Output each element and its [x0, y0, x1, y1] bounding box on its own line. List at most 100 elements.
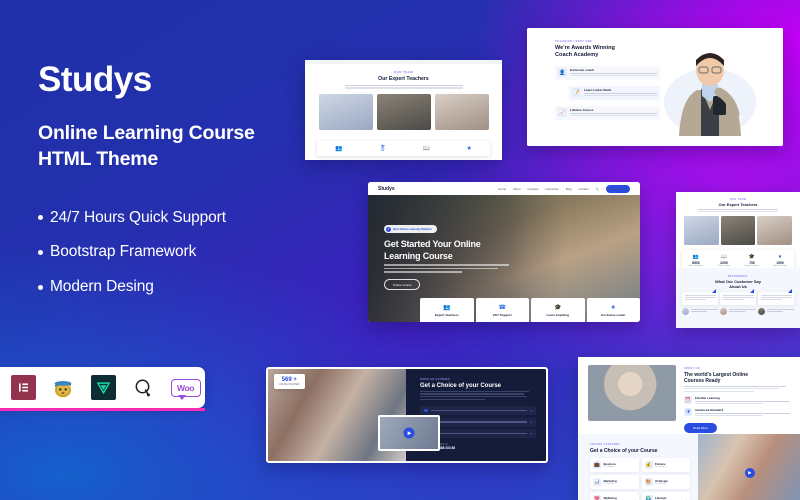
feature-label: Bootstrap Framework	[50, 243, 197, 261]
nav-item-blog[interactable]: Blog	[566, 187, 572, 191]
teacher-photo	[684, 216, 719, 245]
teachers-section: OUR TEAM Our Expert Teachers	[676, 192, 800, 245]
stat-item: 👥 8500 Active Students	[682, 254, 710, 267]
search-icon[interactable]: 🔍	[596, 187, 600, 191]
feature-item: 24/7 Hours Quick Support	[38, 209, 338, 227]
testimonial-card	[720, 289, 756, 305]
testimonial-cards	[676, 289, 800, 305]
screenshot-card-expert-teachers[interactable]: OUR TEAM Our Expert Teachers 👥 🎖 📖 ★	[305, 60, 502, 160]
title-line-2: Courses Ready	[684, 378, 721, 384]
category-card[interactable]: 🎨 UI Design 09 Courses ›	[641, 475, 690, 489]
video-thumbnail[interactable]: ▶	[378, 415, 440, 451]
section-eyebrow: COURSE CATEGORY	[590, 443, 621, 446]
teacher-photo-grid	[305, 93, 502, 130]
category-card[interactable]: 💰 Finance 18 Courses ›	[641, 458, 690, 472]
category-grid: 💼 Business 12 Courses › 💰 Finance 18 Cours…	[590, 458, 690, 500]
category-card[interactable]: 💼 Business 12 Courses ›	[590, 458, 639, 472]
teacher-photo	[434, 93, 489, 130]
chevron-right-icon: ›	[686, 480, 687, 484]
author	[682, 307, 718, 315]
site-navbar: Studys Home About Courses Instructors Bl…	[368, 182, 640, 195]
feature-title: Lifetime Access	[570, 108, 594, 113]
category-card[interactable]: 💖 Wellbeing14 Courses ›	[590, 492, 639, 500]
hero-cta-button[interactable]: Online Course	[384, 279, 421, 291]
play-icon[interactable]: ▶	[744, 468, 755, 479]
section-subtext	[344, 84, 463, 89]
feature-row: 📈 Lifetime Access	[555, 105, 660, 120]
nav-item-contact[interactable]: Contact	[579, 187, 589, 191]
nav-item-home[interactable]: Home	[498, 187, 506, 191]
screenshot-card-teachers-testimonials[interactable]: OUR TEAM Our Expert Teachers 👥 8500 Acti…	[676, 192, 800, 328]
feature-icon-bar: 👥 🎖 📖 ★	[317, 141, 490, 156]
course-category-section: COURSE CATEGORY Get a Choice of your Cou…	[578, 434, 800, 500]
stat-item: ★ 1900 Award Winning	[766, 254, 794, 267]
promo-banner: Studys Online Learning Course HTML Theme…	[0, 0, 800, 500]
learn-icon: 🎓	[554, 305, 562, 311]
accordion-item[interactable]: ▾	[420, 406, 536, 416]
design-icon: 🎨	[644, 478, 653, 486]
hero-feature-label: Exclusive coach	[601, 313, 626, 317]
read-more-button[interactable]: Read More	[684, 422, 717, 433]
feature-row: ⏰ Flexible Learning	[684, 395, 790, 404]
nav-item-courses[interactable]: Courses	[528, 187, 539, 191]
chevron-right-icon: ›	[686, 463, 687, 467]
hero-feature-label: 24/7 Support	[492, 313, 512, 317]
teacher-photo	[720, 216, 756, 245]
site-logo[interactable]: Studys	[378, 186, 395, 192]
course-count-badge: 569 + ONLINE COURSES	[274, 374, 305, 389]
screenshot-card-choice-course[interactable]: 569 + ONLINE COURSES POPULAR COURSES Get…	[266, 367, 548, 463]
nav-item-about[interactable]: About	[513, 187, 521, 191]
screenshot-card-hero-homepage[interactable]: Studys Home About Courses Instructors Bl…	[368, 182, 640, 322]
hero-feature-card[interactable]: 🎓 Learn Anything	[531, 298, 585, 322]
book-icon: 📖	[720, 254, 728, 260]
category-card[interactable]: 📊 Marketing 22 Courses ›	[590, 475, 639, 489]
screenshot-card-awards-winning[interactable]: COACHING / BEST ONE We're Awards Winning…	[527, 28, 783, 146]
support-icon: ☎	[498, 305, 506, 311]
testimonial-section: TESTIMONIAL What Our Customer Say About …	[676, 268, 800, 328]
section-eyebrow: OUR TEAM	[393, 70, 414, 74]
title-line-1: We're Awards Winning	[555, 45, 615, 51]
users-icon: 👥	[692, 254, 700, 260]
bullet-icon	[424, 408, 428, 413]
teacher-photo	[376, 93, 431, 130]
testimonial-card	[758, 289, 794, 305]
mailchimp-icon	[51, 375, 76, 400]
bullet-icon	[38, 249, 43, 255]
stat-label: Award Winning	[773, 264, 787, 267]
play-icon[interactable]: ▶	[403, 427, 415, 439]
section-subtext	[698, 209, 778, 212]
hero-pill-badge: ✓ Best Online Learning Platform	[384, 225, 437, 233]
stat-label: Active Students	[689, 264, 703, 267]
category-count: 22 Courses	[603, 483, 615, 485]
hero-feature-card[interactable]: 👥 Expert Teachers	[420, 298, 474, 322]
feature-label: Modern Desing	[50, 278, 154, 296]
category-card[interactable]: 🌍 Lifestyle07 Courses ›	[641, 492, 690, 500]
students-photo: ▶	[698, 434, 800, 500]
section-title: We're Awards Winning Coach Academy	[555, 45, 660, 60]
brand-title: Studys	[38, 60, 152, 99]
nav-item-instructors[interactable]: Instructors	[545, 187, 559, 191]
feature-text: Exclusive coach	[570, 68, 657, 77]
hero-feature-card[interactable]: ★ Exclusive coach	[586, 298, 640, 322]
feature-row: 🛡 Advanced Standard	[684, 407, 790, 416]
chevron-down-icon: ▾	[530, 431, 532, 436]
author	[720, 307, 756, 315]
section-title: Our Expert Teachers	[378, 75, 429, 82]
feature-row: 📝 Learn Latest Skills	[569, 85, 660, 100]
teacher-photo-grid	[684, 216, 793, 245]
chevron-down-icon: ▾	[530, 420, 532, 425]
hero-feature-card[interactable]: ☎ 24/7 Support	[475, 298, 529, 322]
finance-icon: 💰	[644, 461, 653, 469]
wellbeing-icon: 💖	[593, 495, 601, 500]
vue-icon	[90, 375, 116, 400]
apply-now-button[interactable]: Apply Now	[606, 184, 630, 193]
testimonial-authors	[676, 307, 800, 315]
screenshot-card-worlds-largest[interactable]: ABOUT US The world's Largest Online Cour…	[578, 357, 800, 500]
chart-icon: 📈	[558, 108, 567, 118]
tagline-line-1: Online Learning Course	[38, 121, 255, 144]
hero-title-line-2: Learning Course	[384, 250, 453, 261]
bullet-icon	[38, 215, 43, 220]
shield-icon: 🛡	[684, 407, 692, 416]
stat-label: Expert Teachers	[744, 264, 760, 267]
testimonial-eyebrow: TESTIMONIAL	[727, 275, 749, 278]
